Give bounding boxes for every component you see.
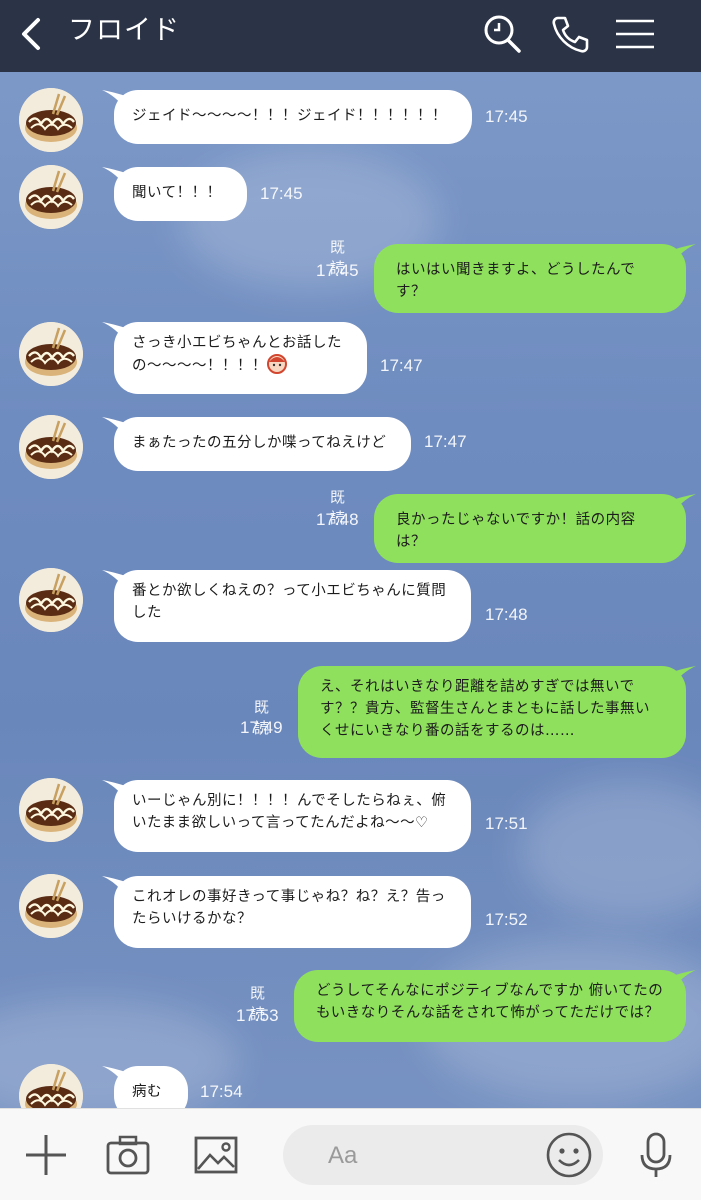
message-time: 17:53 (236, 1006, 279, 1025)
chat-title: フロイド (68, 15, 180, 46)
plus-icon[interactable] (22, 1131, 70, 1179)
message-time: 17:49 (240, 718, 283, 737)
image-icon[interactable] (192, 1131, 240, 1179)
camera-icon[interactable] (104, 1131, 152, 1179)
message-text: え、それはいきなり距離を詰めすぎでは無いです？？貴方、監督生さんとまともに話した… (320, 679, 650, 739)
message-text: どうしてそんなにポジティブなんですか 俯いてたのもいきなりそんな話をされて怖がっ… (316, 983, 664, 1021)
message-text: 番とか欲しくねえの？って小エビちゃんに質問した (132, 583, 447, 621)
message-time: 17:45 (316, 261, 359, 280)
microphone-icon[interactable] (632, 1131, 680, 1179)
input-bar: Aa (0, 1108, 701, 1200)
avatar[interactable] (19, 874, 83, 938)
phone-icon[interactable] (548, 12, 592, 56)
message-bubble[interactable]: はいはい聞きますよ、どうしたんです？ (374, 244, 686, 313)
message-time: 17:48 (485, 605, 528, 624)
avatar[interactable] (19, 568, 83, 632)
message-text: いーじゃん別に！！！！んでそしたらねぇ、俯いたまま欲しいって言ってたんだよね〜〜… (132, 793, 447, 831)
message-bubble[interactable]: どうしてそんなにポジティブなんですか 俯いてたのもいきなりそんな話をされて怖がっ… (294, 970, 686, 1042)
message-bubble[interactable]: 良かったじゃないですか！話の内容は？ (374, 494, 686, 563)
message-text: さっき小エビちゃんとお話したの〜〜〜〜！！！！ (132, 335, 342, 374)
message-time: 17:52 (485, 910, 528, 929)
face-icon (267, 354, 287, 381)
avatar[interactable] (19, 88, 83, 152)
message-bubble[interactable]: ジェイド〜〜〜〜！！！ジェイド！！！！！！ (114, 90, 472, 144)
input-placeholder: Aa (328, 1142, 358, 1169)
avatar[interactable] (19, 322, 83, 386)
avatar[interactable] (19, 415, 83, 479)
message-time: 17:48 (316, 510, 359, 529)
back-chevron-icon[interactable] (12, 14, 52, 54)
message-bubble[interactable]: 番とか欲しくねえの？って小エビちゃんに質問した (114, 570, 471, 642)
message-time: 17:51 (485, 814, 528, 833)
message-input[interactable]: Aa (283, 1125, 603, 1185)
emoji-icon[interactable] (545, 1131, 593, 1179)
message-text: これオレの事好きって事じゃね？ね？え？告ったらいけるかな？ (132, 889, 446, 927)
message-text: 聞いて！！！ (132, 185, 222, 201)
message-bubble[interactable]: これオレの事好きって事じゃね？ね？え？告ったらいけるかな？ (114, 876, 471, 948)
message-time: 17:45 (260, 184, 303, 203)
message-text: 良かったじゃないですか！話の内容は？ (396, 512, 636, 550)
message-time: 17:47 (380, 356, 423, 375)
search-icon[interactable] (480, 12, 524, 56)
message-bubble[interactable]: いーじゃん別に！！！！んでそしたらねぇ、俯いたまま欲しいって言ってたんだよね〜〜… (114, 780, 471, 852)
message-text: ジェイド〜〜〜〜！！！ジェイド！！！！！！ (132, 108, 447, 124)
message-text: はいはい聞きますよ、どうしたんです？ (396, 262, 636, 300)
message-text: 病む (132, 1084, 162, 1100)
message-time: 17:54 (200, 1082, 243, 1101)
menu-icon[interactable] (612, 12, 656, 56)
background-cloud (520, 780, 701, 920)
chat-header: フロイド (0, 0, 701, 72)
avatar[interactable] (19, 778, 83, 842)
message-bubble[interactable]: 聞いて！！！ (114, 167, 247, 221)
message-text: まぁたったの五分しか喋ってねえけど (132, 435, 387, 451)
message-bubble[interactable]: まぁたったの五分しか喋ってねえけど (114, 417, 411, 471)
message-bubble[interactable]: え、それはいきなり距離を詰めすぎでは無いです？？貴方、監督生さんとまともに話した… (298, 666, 686, 758)
message-bubble[interactable]: さっき小エビちゃんとお話したの〜〜〜〜！！！！ (114, 322, 367, 394)
message-time: 17:47 (424, 432, 467, 451)
chat-screen: フロイド ジェイド〜〜〜〜！！！ジェイド！！！！！！ 17:45 聞いて！！！ 17:… (0, 0, 701, 1200)
avatar[interactable] (19, 165, 83, 229)
message-time: 17:45 (485, 107, 528, 126)
